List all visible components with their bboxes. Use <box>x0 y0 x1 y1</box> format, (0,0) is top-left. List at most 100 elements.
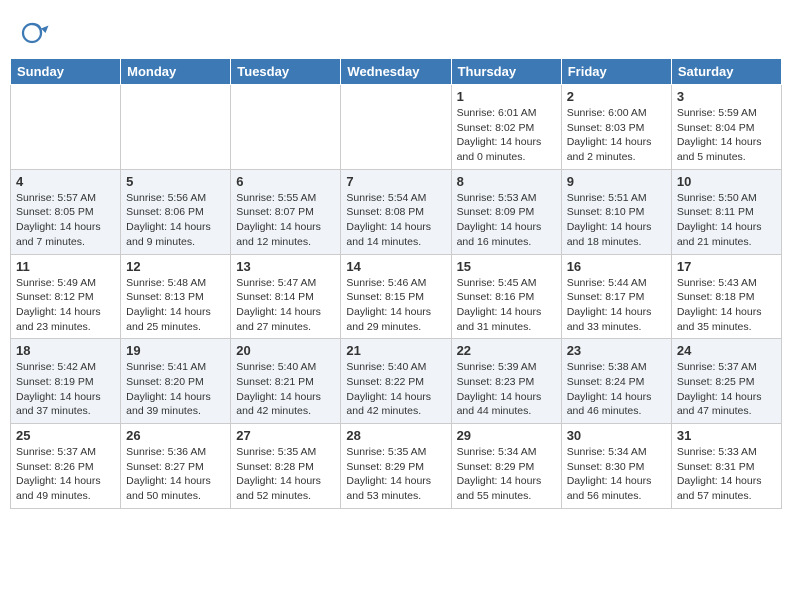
day-detail: Sunrise: 5:48 AM Sunset: 8:13 PM Dayligh… <box>126 276 225 335</box>
day-detail: Sunrise: 5:44 AM Sunset: 8:17 PM Dayligh… <box>567 276 666 335</box>
calendar-cell: 27 Sunrise: 5:35 AM Sunset: 8:28 PM Dayli… <box>231 424 341 509</box>
calendar-cell: 19Sunrise: 5:41 AM Sunset: 8:20 PM Dayli… <box>121 339 231 424</box>
calendar-cell: 2 Sunrise: 6:00 AM Sunset: 8:03 PM Daylig… <box>561 85 671 170</box>
day-number: 27 <box>236 428 335 443</box>
weekday-header-tuesday: Tuesday <box>231 59 341 85</box>
day-detail: Sunrise: 5:47 AM Sunset: 8:14 PM Dayligh… <box>236 276 335 335</box>
calendar-cell: 18 Sunrise: 5:42 AM Sunset: 8:19 PM Dayli… <box>11 339 121 424</box>
day-detail: Sunrise: 5:56 AM Sunset: 8:06 PM Dayligh… <box>126 191 225 250</box>
weekday-header-row: SundayMondayTuesdayWednesdayThursdayFrid… <box>11 59 782 85</box>
calendar-cell: 1 Sunrise: 6:01 AM Sunset: 8:02 PM Daylig… <box>451 85 561 170</box>
calendar-cell: 25 Sunrise: 5:37 AM Sunset: 8:26 PM Dayli… <box>11 424 121 509</box>
day-detail: Sunrise: 5:43 AM Sunset: 8:18 PM Dayligh… <box>677 276 776 335</box>
calendar-cell: 20 Sunrise: 5:40 AM Sunset: 8:21 PM Dayli… <box>231 339 341 424</box>
day-detail: Sunrise: 6:01 AM Sunset: 8:02 PM Dayligh… <box>457 106 556 165</box>
day-detail: Sunrise: 5:46 AM Sunset: 8:15 PM Dayligh… <box>346 276 445 335</box>
calendar-cell <box>231 85 341 170</box>
day-detail: Sunrise: 5:53 AM Sunset: 8:09 PM Dayligh… <box>457 191 556 250</box>
calendar-week-4: 18 Sunrise: 5:42 AM Sunset: 8:19 PM Dayli… <box>11 339 782 424</box>
calendar-week-2: 4 Sunrise: 5:57 AM Sunset: 8:05 PM Daylig… <box>11 169 782 254</box>
day-detail: Sunrise: 5:54 AM Sunset: 8:08 PM Dayligh… <box>346 191 445 250</box>
day-number: 17 <box>677 259 776 274</box>
day-detail: Sunrise: 5:51 AM Sunset: 8:10 PM Dayligh… <box>567 191 666 250</box>
day-detail: Sunrise: 5:33 AM Sunset: 8:31 PM Dayligh… <box>677 445 776 504</box>
calendar-cell: 5 Sunrise: 5:56 AM Sunset: 8:06 PM Daylig… <box>121 169 231 254</box>
calendar-cell <box>341 85 451 170</box>
calendar-cell: 6Sunrise: 5:55 AM Sunset: 8:07 PM Daylig… <box>231 169 341 254</box>
day-number: 25 <box>16 428 115 443</box>
calendar-cell: 10 Sunrise: 5:50 AM Sunset: 8:11 PM Dayli… <box>671 169 781 254</box>
page-header <box>10 10 782 52</box>
day-number: 12 <box>126 259 225 274</box>
day-detail: Sunrise: 5:39 AM Sunset: 8:23 PM Dayligh… <box>457 360 556 419</box>
day-number: 22 <box>457 343 556 358</box>
calendar-cell: 13 Sunrise: 5:47 AM Sunset: 8:14 PM Dayli… <box>231 254 341 339</box>
day-detail: Sunrise: 5:49 AM Sunset: 8:12 PM Dayligh… <box>16 276 115 335</box>
day-number: 29 <box>457 428 556 443</box>
day-number: 15 <box>457 259 556 274</box>
day-detail: Sunrise: 6:00 AM Sunset: 8:03 PM Dayligh… <box>567 106 666 165</box>
day-number: 9 <box>567 174 666 189</box>
logo-icon <box>20 18 50 48</box>
calendar-cell: 3 Sunrise: 5:59 AM Sunset: 8:04 PM Daylig… <box>671 85 781 170</box>
day-number: 30 <box>567 428 666 443</box>
day-detail: Sunrise: 5:40 AM Sunset: 8:21 PM Dayligh… <box>236 360 335 419</box>
calendar-table: SundayMondayTuesdayWednesdayThursdayFrid… <box>10 58 782 509</box>
calendar-cell: 22 Sunrise: 5:39 AM Sunset: 8:23 PM Dayli… <box>451 339 561 424</box>
day-detail: Sunrise: 5:34 AM Sunset: 8:30 PM Dayligh… <box>567 445 666 504</box>
calendar-cell: 29 Sunrise: 5:34 AM Sunset: 8:29 PM Dayli… <box>451 424 561 509</box>
day-number: 26 <box>126 428 225 443</box>
calendar-cell: 28 Sunrise: 5:35 AM Sunset: 8:29 PM Dayli… <box>341 424 451 509</box>
day-number: 18 <box>16 343 115 358</box>
day-detail: Sunrise: 5:59 AM Sunset: 8:04 PM Dayligh… <box>677 106 776 165</box>
day-number: 1 <box>457 89 556 104</box>
calendar-cell: 31 Sunrise: 5:33 AM Sunset: 8:31 PM Dayli… <box>671 424 781 509</box>
calendar-week-1: 1 Sunrise: 6:01 AM Sunset: 8:02 PM Daylig… <box>11 85 782 170</box>
day-detail: Sunrise: 5:34 AM Sunset: 8:29 PM Dayligh… <box>457 445 556 504</box>
day-detail: Sunrise: 5:50 AM Sunset: 8:11 PM Dayligh… <box>677 191 776 250</box>
day-number: 14 <box>346 259 445 274</box>
calendar-cell: 30 Sunrise: 5:34 AM Sunset: 8:30 PM Dayli… <box>561 424 671 509</box>
calendar-cell: 24 Sunrise: 5:37 AM Sunset: 8:25 PM Dayli… <box>671 339 781 424</box>
weekday-header-sunday: Sunday <box>11 59 121 85</box>
weekday-header-friday: Friday <box>561 59 671 85</box>
day-number: 10 <box>677 174 776 189</box>
day-number: 2 <box>567 89 666 104</box>
day-detail: Sunrise: 5:55 AM Sunset: 8:07 PM Dayligh… <box>236 191 335 250</box>
day-number: 13 <box>236 259 335 274</box>
day-detail: Sunrise: 5:35 AM Sunset: 8:29 PM Dayligh… <box>346 445 445 504</box>
calendar-cell: 23Sunrise: 5:38 AM Sunset: 8:24 PM Dayli… <box>561 339 671 424</box>
day-detail: Sunrise: 5:37 AM Sunset: 8:26 PM Dayligh… <box>16 445 115 504</box>
day-detail: Sunrise: 5:35 AM Sunset: 8:28 PM Dayligh… <box>236 445 335 504</box>
day-detail: Sunrise: 5:41 AM Sunset: 8:20 PM Dayligh… <box>126 360 225 419</box>
day-number: 5 <box>126 174 225 189</box>
day-number: 4 <box>16 174 115 189</box>
day-number: 20 <box>236 343 335 358</box>
calendar-cell: 15 Sunrise: 5:45 AM Sunset: 8:16 PM Dayli… <box>451 254 561 339</box>
day-detail: Sunrise: 5:37 AM Sunset: 8:25 PM Dayligh… <box>677 360 776 419</box>
calendar-cell: 26Sunrise: 5:36 AM Sunset: 8:27 PM Dayli… <box>121 424 231 509</box>
weekday-header-thursday: Thursday <box>451 59 561 85</box>
day-number: 7 <box>346 174 445 189</box>
calendar-week-3: 11Sunrise: 5:49 AM Sunset: 8:12 PM Dayli… <box>11 254 782 339</box>
day-number: 23 <box>567 343 666 358</box>
calendar-cell: 21Sunrise: 5:40 AM Sunset: 8:22 PM Dayli… <box>341 339 451 424</box>
day-detail: Sunrise: 5:40 AM Sunset: 8:22 PM Dayligh… <box>346 360 445 419</box>
day-number: 31 <box>677 428 776 443</box>
day-number: 3 <box>677 89 776 104</box>
day-number: 28 <box>346 428 445 443</box>
day-detail: Sunrise: 5:42 AM Sunset: 8:19 PM Dayligh… <box>16 360 115 419</box>
weekday-header-monday: Monday <box>121 59 231 85</box>
calendar-cell: 11Sunrise: 5:49 AM Sunset: 8:12 PM Dayli… <box>11 254 121 339</box>
calendar-cell: 16 Sunrise: 5:44 AM Sunset: 8:17 PM Dayli… <box>561 254 671 339</box>
weekday-header-saturday: Saturday <box>671 59 781 85</box>
calendar-cell: 9 Sunrise: 5:51 AM Sunset: 8:10 PM Daylig… <box>561 169 671 254</box>
calendar-cell: 14 Sunrise: 5:46 AM Sunset: 8:15 PM Dayli… <box>341 254 451 339</box>
day-detail: Sunrise: 5:57 AM Sunset: 8:05 PM Dayligh… <box>16 191 115 250</box>
day-number: 24 <box>677 343 776 358</box>
day-number: 16 <box>567 259 666 274</box>
calendar-cell: 4 Sunrise: 5:57 AM Sunset: 8:05 PM Daylig… <box>11 169 121 254</box>
logo <box>20 18 54 48</box>
calendar-cell: 17 Sunrise: 5:43 AM Sunset: 8:18 PM Dayli… <box>671 254 781 339</box>
day-detail: Sunrise: 5:45 AM Sunset: 8:16 PM Dayligh… <box>457 276 556 335</box>
